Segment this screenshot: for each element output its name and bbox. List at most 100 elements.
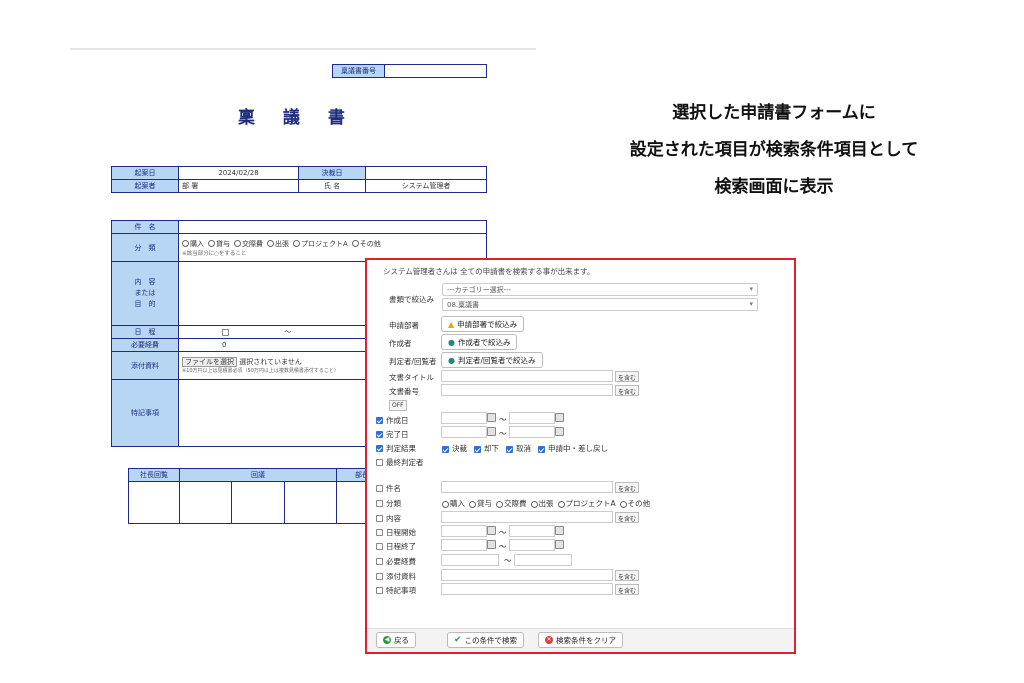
radio-icon[interactable] (619, 500, 627, 508)
item-notes-input[interactable] (441, 583, 613, 595)
keihi-value[interactable]: 0 (222, 341, 226, 349)
tenpu-label: 添付資料 (111, 351, 179, 380)
doc-no-input[interactable] (441, 384, 613, 396)
radio-icon[interactable] (267, 240, 274, 247)
calendar-icon[interactable] (222, 328, 229, 336)
completed-row: 完了日 (376, 429, 409, 440)
bunrui-option[interactable]: プロジェクトA (293, 240, 348, 248)
calendar-icon[interactable] (487, 526, 496, 535)
radio-icon[interactable] (182, 240, 189, 247)
item-bunrui-option[interactable]: その他 (619, 498, 650, 509)
calendar-icon[interactable] (555, 427, 564, 436)
calendar-icon[interactable] (487, 540, 496, 549)
item-bunrui-option[interactable]: 出張 (530, 498, 554, 509)
item-kenmei-contains[interactable]: を含む (615, 482, 640, 493)
item-start-from[interactable] (441, 525, 487, 537)
item-notes-checkbox[interactable] (376, 587, 383, 594)
radio-icon[interactable] (469, 500, 476, 508)
item-attach-input[interactable] (441, 569, 613, 581)
item-naiyou-checkbox[interactable] (376, 515, 383, 522)
kian-date-value[interactable]: 2024/02/28 (178, 166, 299, 180)
file-select-button[interactable]: ファイルを選択 (182, 357, 237, 367)
back-button[interactable]: ◀ 戻る (376, 632, 416, 648)
author-filter-button[interactable]: ● 作成者で絞込み (441, 334, 518, 350)
bunrui-option[interactable]: 貸与 (208, 240, 230, 248)
form-select[interactable]: 08.稟議書 (442, 298, 758, 311)
radio-icon[interactable] (234, 240, 241, 247)
judge-filter-button[interactable]: ● 判定者/回覧者で絞込み (441, 352, 543, 368)
kessai-date-label: 決裁日 (298, 166, 366, 180)
approval-cell (128, 481, 180, 524)
result-option[interactable]: 却下 (474, 443, 499, 454)
doc-no-contains[interactable]: を含む (615, 385, 640, 396)
result-option-checkbox[interactable] (506, 445, 513, 453)
bunrui-option[interactable]: その他 (351, 239, 381, 248)
item-bunrui-option[interactable]: 貸与 (469, 498, 492, 509)
result-option-checkbox[interactable] (442, 445, 449, 453)
completed-checkbox[interactable] (376, 431, 383, 438)
item-attach-checkbox[interactable] (376, 573, 383, 580)
item-naiyou-input[interactable] (441, 511, 613, 523)
item-attach-contains[interactable]: を含む (615, 570, 640, 581)
off-toggle[interactable]: OFF (389, 400, 407, 411)
radio-icon[interactable] (351, 240, 359, 247)
dept-filter-button[interactable]: ▲ 申請部署で絞込み (441, 316, 525, 332)
calendar-icon[interactable] (555, 413, 564, 422)
doc-title-contains[interactable]: を含む (615, 371, 640, 382)
bunrui-option-label: その他 (359, 239, 381, 248)
created-to-input[interactable] (509, 412, 555, 424)
radio-icon[interactable] (293, 240, 300, 247)
item-cost-to[interactable] (514, 554, 572, 566)
item-start-to[interactable] (509, 525, 555, 537)
doc-title-input[interactable] (441, 370, 613, 382)
created-checkbox[interactable] (376, 417, 383, 424)
item-notes-contains[interactable]: を含む (615, 584, 640, 595)
ringi-number-value[interactable] (384, 64, 487, 78)
result-option[interactable]: 取消 (506, 443, 531, 454)
item-naiyou-contains[interactable]: を含む (615, 512, 640, 523)
item-cost-checkbox[interactable] (376, 558, 383, 565)
result-option-checkbox[interactable] (538, 445, 545, 453)
item-end-checkbox[interactable] (376, 543, 383, 550)
item-kenmei-checkbox[interactable] (376, 485, 383, 492)
last-judge-checkbox[interactable] (376, 459, 383, 466)
completed-from-input[interactable] (441, 426, 487, 438)
item-bunrui-checkbox[interactable] (376, 500, 383, 507)
search-button[interactable]: ✔ この条件で検索 (447, 632, 525, 648)
approval-cell (283, 481, 338, 524)
radio-icon[interactable] (442, 500, 449, 508)
item-bunrui-option[interactable]: 購入 (442, 498, 465, 509)
item-notes-label: 特記事項 (386, 586, 416, 595)
check-icon: ✔ (454, 635, 462, 645)
item-end-to[interactable] (509, 539, 555, 551)
clear-button[interactable]: ✕ 検索条件をクリア (538, 632, 623, 648)
result-checkbox[interactable] (376, 445, 383, 452)
item-cost-from[interactable] (441, 554, 499, 566)
bunrui-option[interactable]: 交際費 (234, 240, 263, 248)
bunrui-option[interactable]: 出張 (267, 240, 289, 248)
radio-icon[interactable] (557, 500, 565, 508)
calendar-icon[interactable] (487, 427, 496, 436)
radio-icon[interactable] (530, 500, 538, 508)
result-option-checkbox[interactable] (474, 445, 481, 453)
item-end-from[interactable] (441, 539, 487, 551)
item-bunrui-option[interactable]: 交際費 (496, 498, 527, 509)
bunrui-option-label: プロジェクトA (301, 239, 348, 248)
item-bunrui-option-label: 貸与 (477, 499, 492, 508)
calendar-icon[interactable] (555, 540, 564, 549)
result-option[interactable]: 申請中・差し戻し (538, 443, 608, 454)
category-select[interactable]: ---カテゴリー選択--- (442, 283, 758, 296)
radio-icon[interactable] (496, 500, 503, 508)
calendar-icon[interactable] (555, 526, 564, 535)
bunrui-option[interactable]: 購入 (182, 240, 204, 248)
item-bunrui-option[interactable]: プロジェクトA (557, 498, 616, 509)
item-kenmei-input[interactable] (441, 481, 613, 493)
result-option[interactable]: 決裁 (442, 443, 467, 454)
calendar-icon[interactable] (487, 413, 496, 422)
item-start-checkbox[interactable] (376, 529, 383, 536)
radio-icon[interactable] (208, 240, 215, 247)
kenmei-input[interactable] (178, 220, 487, 234)
completed-to-input[interactable] (509, 426, 555, 438)
created-from-input[interactable] (441, 412, 487, 424)
result-option-label: 決裁 (452, 444, 467, 453)
